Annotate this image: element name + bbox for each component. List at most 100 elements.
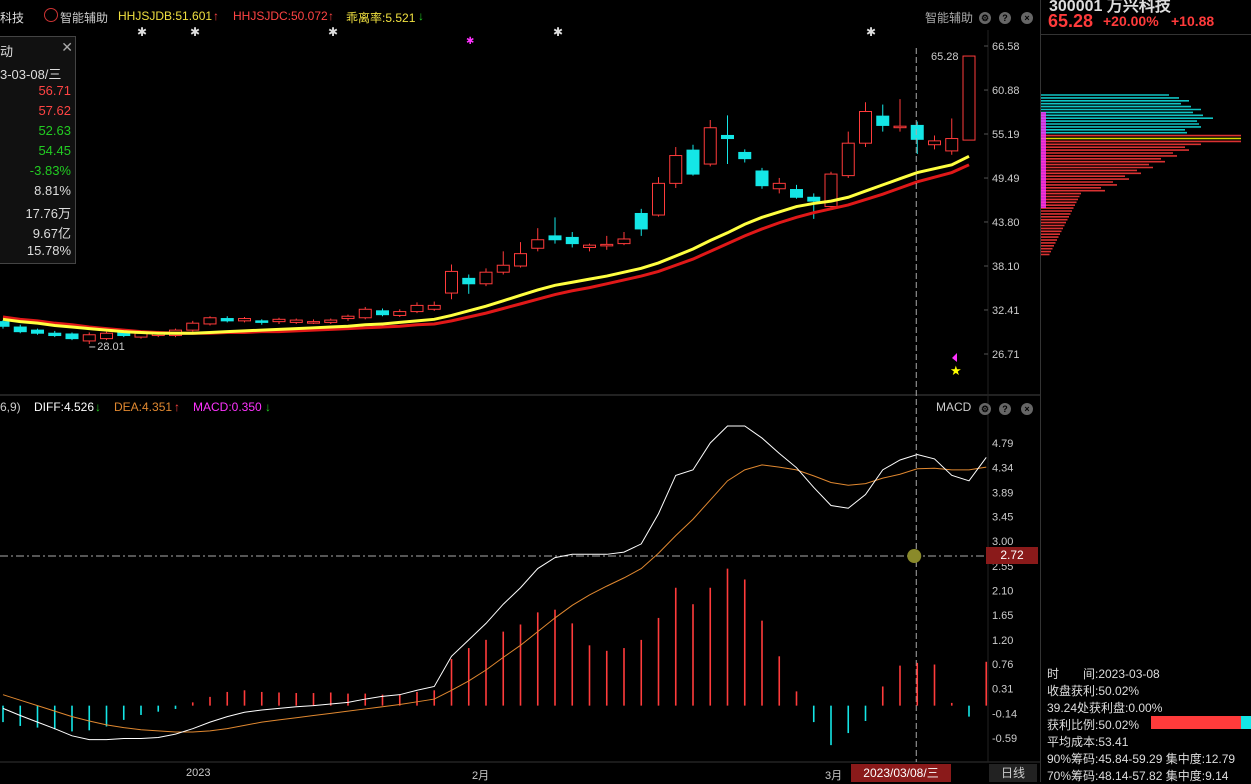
- price-tick-label: 55.19: [992, 129, 1020, 141]
- candle-down: [807, 196, 821, 202]
- close-icon[interactable]: ×: [1021, 10, 1033, 24]
- chip-profit: 收盘获利:50.02%: [1047, 684, 1140, 698]
- candle-up: [445, 270, 458, 294]
- candle-down: [634, 212, 648, 230]
- assist-label-right[interactable]: 智能辅助: [925, 9, 973, 26]
- x-label-mar: 3月: [825, 770, 843, 782]
- candle-up: [893, 125, 907, 129]
- macd-title: MACD: [936, 400, 972, 414]
- dea-value: DEA:4.351: [114, 400, 173, 414]
- deviation-value: 乖离率:5.521: [346, 11, 416, 25]
- price-tick-label: 60.88: [992, 85, 1020, 97]
- candle-up: [945, 138, 959, 152]
- macd-tick-label: 3.45: [992, 511, 1013, 523]
- star-marker-icon: ✱: [190, 25, 200, 39]
- gear-icon[interactable]: ⚙: [979, 401, 991, 415]
- candle-up: [669, 155, 683, 184]
- crosshair-dot: [907, 549, 922, 563]
- down-arrow-icon: ↓: [265, 400, 271, 414]
- star-marker-icon: ✱: [137, 25, 147, 39]
- stock-name: 科技: [0, 11, 25, 25]
- tooltip-value: 52.63: [38, 123, 71, 138]
- tooltip-value: 15.78%: [26, 243, 71, 258]
- x-label-year: 2023: [186, 767, 211, 779]
- macd-tick-label: 4.79: [992, 438, 1013, 450]
- price-tick-label: 26.71: [992, 349, 1020, 361]
- price-tick-label: 38.10: [992, 261, 1020, 273]
- candle-up: [583, 244, 596, 248]
- chip-70: 70%筹码:48.14-57.82 集中度:9.14: [1047, 769, 1229, 783]
- kline-chart-canvas[interactable]: 66.58 60.88 55.19 49.49 43.80 38.10 32.41 26.71…: [0, 0, 1040, 782]
- candle-up: [324, 319, 338, 323]
- macd-tick-label: 0.31: [992, 684, 1013, 696]
- candle-down: [686, 149, 700, 175]
- candle-up: [962, 55, 976, 141]
- candle-down: [376, 310, 389, 316]
- macd-params: 6,9): [0, 400, 21, 414]
- assist-label[interactable]: 智能辅助: [60, 9, 108, 26]
- crosshair-date-tag: 2023/03/08/三: [851, 764, 951, 782]
- macd-tick-label: 1.20: [992, 635, 1013, 647]
- gear-icon[interactable]: ⚙: [979, 10, 991, 24]
- macd-tick-label: -0.14: [992, 708, 1017, 720]
- macd-tick-label: 4.34: [992, 463, 1013, 475]
- star-marker-icon: ✱: [328, 25, 338, 39]
- main-chart-panel[interactable]: 66.58 60.88 55.19 49.49 43.80 38.10 32.41 26.71…: [0, 0, 1040, 782]
- help-icon[interactable]: ?: [999, 401, 1011, 415]
- divider: [1041, 34, 1251, 35]
- macd-tick-label: 2.10: [992, 586, 1013, 598]
- candle-up: [341, 315, 355, 320]
- crosshair-value-tag: 2.72: [986, 547, 1038, 564]
- tooltip-value: 54.45: [38, 143, 71, 158]
- ma-fast-line: [2, 154, 970, 335]
- help-icon[interactable]: ?: [999, 10, 1011, 24]
- candle-down: [31, 329, 44, 334]
- candle-up: [514, 253, 527, 267]
- macd-tick-label: 1.65: [992, 610, 1013, 622]
- candle-down: [876, 115, 890, 126]
- up-arrow-icon: ↑: [213, 9, 219, 23]
- candle-up: [652, 182, 665, 216]
- chip-range-marker: [1041, 112, 1046, 208]
- candle-up: [703, 127, 717, 165]
- candle-up: [272, 318, 286, 323]
- tooltip-value: 57.62: [38, 103, 71, 118]
- candle-up: [427, 304, 441, 310]
- candle-up: [238, 318, 251, 322]
- candle-down: [462, 277, 476, 285]
- star-marker-icon: ✱: [866, 25, 876, 39]
- tooltip-date: 3-03-08/三: [0, 67, 62, 82]
- candle-down: [255, 320, 269, 323]
- candle-down: [910, 124, 924, 140]
- candle-up: [82, 334, 96, 342]
- magenta-marker-icon: ✱: [466, 36, 474, 47]
- candle-down: [220, 318, 234, 322]
- close-icon[interactable]: ×: [1021, 401, 1033, 415]
- candle-up: [410, 304, 424, 313]
- tooltip-value: 9.67亿: [32, 226, 71, 241]
- tooltip-value: 56.71: [38, 83, 71, 98]
- macd-tick-label: 0.76: [992, 659, 1013, 671]
- dropdown-circle-icon[interactable]: [44, 8, 58, 22]
- candle-up: [393, 311, 407, 316]
- candle-down: [0, 321, 10, 327]
- ma-slow-line: [2, 163, 970, 335]
- chip-distribution: [1041, 94, 1241, 256]
- candle-up: [100, 332, 113, 340]
- price-tick-label: 43.80: [992, 217, 1020, 229]
- diff-line: [2, 425, 987, 741]
- up-arrow-icon: ↑: [328, 9, 334, 23]
- chip-profit-at: 39.24处获利盘:0.00%: [1047, 701, 1163, 715]
- candle-up: [928, 140, 941, 146]
- tooltip-value: -3.83%: [29, 163, 71, 178]
- flag-icon: [952, 353, 957, 362]
- candle-down: [48, 332, 62, 337]
- period-selector[interactable]: 日线: [989, 764, 1037, 782]
- x-label-feb: 2月: [472, 770, 490, 782]
- close-icon[interactable]: ✕: [61, 39, 73, 56]
- quote-tooltip: 动 ✕ 3-03-08/三 56.71 57.62 52.63 54.45 -3.83%…: [0, 36, 76, 264]
- chip-avg-cost: 平均成本:53.41: [1047, 735, 1129, 749]
- down-arrow-icon: ↓: [95, 400, 101, 414]
- star-marker-icon: ✱: [553, 25, 563, 39]
- dea-line: [2, 464, 987, 733]
